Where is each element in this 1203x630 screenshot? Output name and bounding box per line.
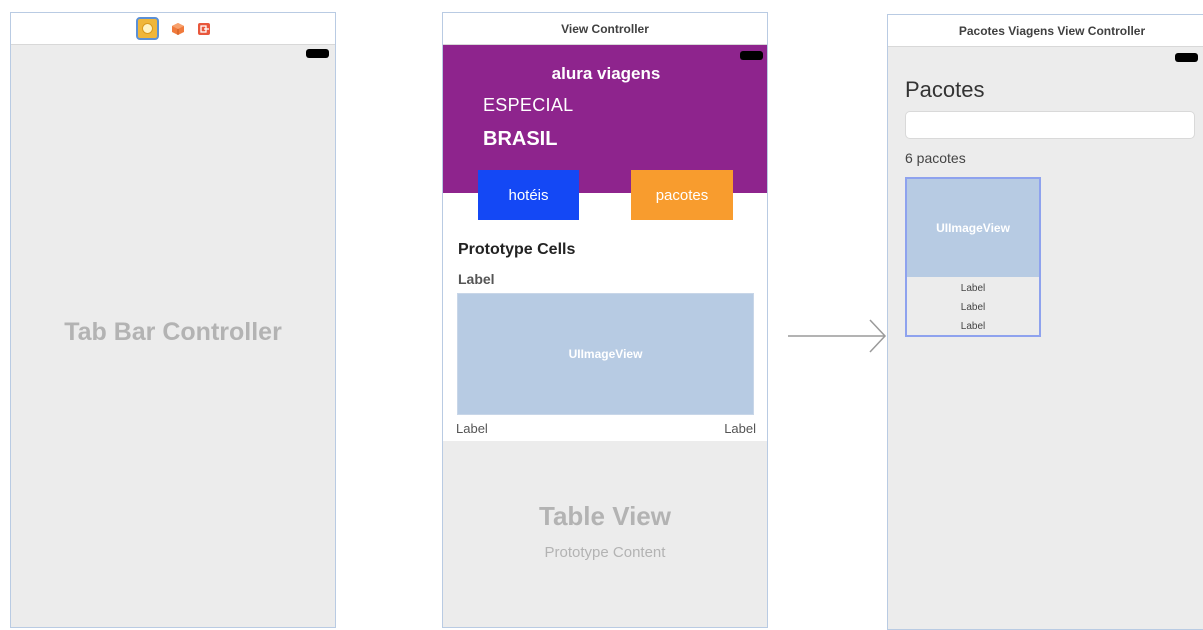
- scene-title: View Controller: [443, 13, 767, 45]
- scene-dock: [11, 13, 335, 45]
- status-bar-battery: [1175, 53, 1198, 62]
- pacotes-heading: Pacotes: [905, 77, 985, 102]
- table-header-area: Prototype Cells Label UIImageView Label …: [443, 193, 767, 441]
- scene-title: Pacotes Viagens View Controller: [888, 15, 1203, 47]
- cell-label[interactable]: Label: [907, 283, 1039, 294]
- search-field[interactable]: [905, 111, 1195, 139]
- pacotes-viagens-scene[interactable]: Pacotes Viagens View Controller Pacotes …: [887, 14, 1203, 630]
- status-bar-battery: [306, 49, 329, 58]
- cell-image-view[interactable]: UIImageView: [457, 293, 754, 415]
- pacotes-count-label: 6 pacotes: [905, 150, 966, 166]
- tab-bar-controller-scene[interactable]: Tab Bar Controller: [10, 12, 336, 628]
- hoteis-button[interactable]: hotéis: [478, 170, 579, 220]
- exit-icon[interactable]: [197, 22, 211, 36]
- view-controller-scene[interactable]: View Controller alura viagens ESPECIAL B…: [442, 12, 768, 628]
- cell-label[interactable]: Label: [907, 302, 1039, 313]
- tab-bar-controller-title: Tab Bar Controller: [64, 318, 282, 346]
- especial-label: ESPECIAL: [483, 95, 574, 115]
- brand-label: alura viagens: [551, 64, 661, 83]
- collection-cell[interactable]: UIImageView Label Label Label: [905, 177, 1041, 337]
- table-view-placeholder: Table View: [539, 501, 671, 531]
- first-responder-icon[interactable]: [171, 22, 185, 36]
- brasil-label: BRASIL: [483, 128, 558, 150]
- view-controller-icon[interactable]: [135, 17, 159, 40]
- status-bar-battery: [740, 51, 763, 60]
- cell-right-label[interactable]: Label: [724, 421, 756, 436]
- cell-image-view[interactable]: UIImageView: [907, 179, 1039, 277]
- cell-title-label[interactable]: Label: [458, 271, 495, 287]
- prototype-content-label: Prototype Content: [544, 544, 666, 561]
- cell-left-label[interactable]: Label: [456, 421, 488, 436]
- prototype-cells-label: Prototype Cells: [458, 241, 576, 258]
- segue-arrow-icon[interactable]: [788, 318, 888, 354]
- pacotes-button[interactable]: pacotes: [631, 170, 733, 220]
- cell-label[interactable]: Label: [907, 321, 1039, 332]
